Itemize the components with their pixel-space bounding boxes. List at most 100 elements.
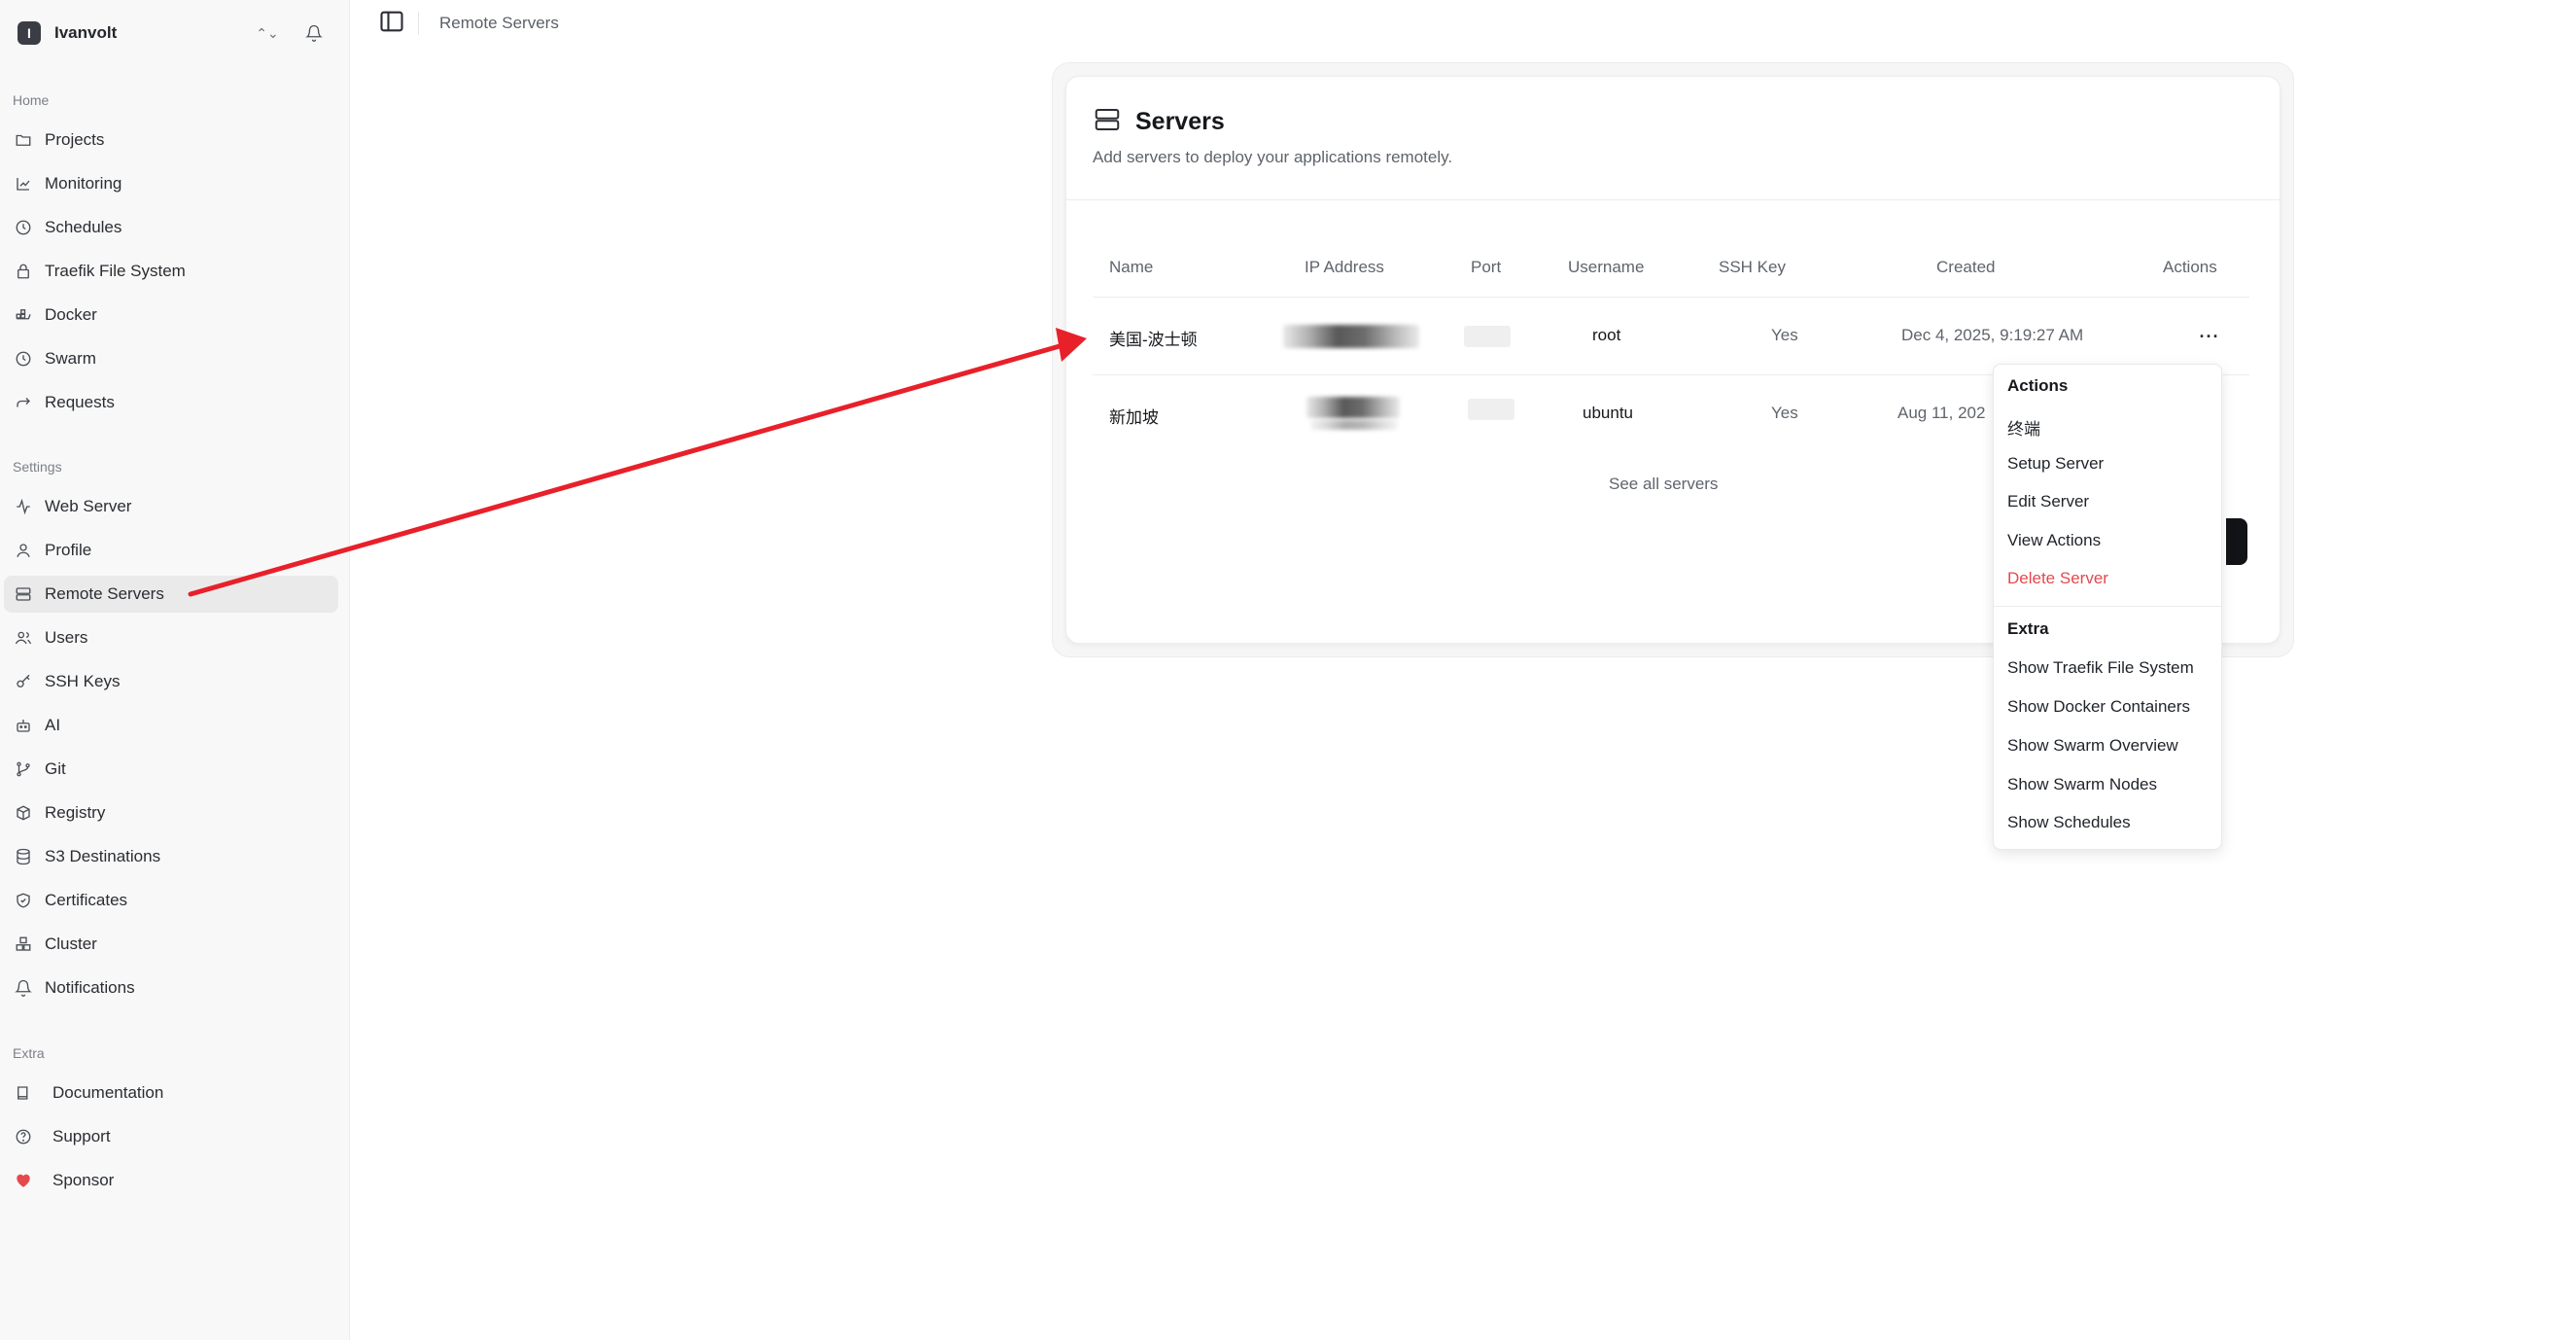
boxes-icon <box>14 934 33 954</box>
server-icon <box>14 584 33 604</box>
sidebar-item-schedules[interactable]: Schedules <box>4 209 338 246</box>
sidebar-item-web-server[interactable]: Web Server <box>4 488 338 525</box>
sidebar-item-monitoring[interactable]: Monitoring <box>4 165 338 202</box>
sidebar-item-certificates[interactable]: Certificates <box>4 882 338 919</box>
menu-item-edit-server[interactable]: Edit Server <box>2007 492 2089 511</box>
card-subtitle: Add servers to deploy your applications … <box>1093 148 1453 166</box>
menu-item-show-swarm-overview[interactable]: Show Swarm Overview <box>2007 736 2178 756</box>
sidebar-item-label: Sponsor <box>52 1171 115 1189</box>
sidebar-item-support[interactable]: Support <box>4 1118 338 1155</box>
sidebar-item-cluster[interactable]: Cluster <box>4 926 338 963</box>
menu-item-show-traefik-file-system[interactable]: Show Traefik File System <box>2007 658 2194 678</box>
sidebar-item-requests[interactable]: Requests <box>4 384 338 421</box>
workspace-logo: I <box>17 21 41 45</box>
menu-item-show-swarm-nodes[interactable]: Show Swarm Nodes <box>2007 775 2157 794</box>
sidebar-item-label: Support <box>52 1127 111 1146</box>
sidebar-item-label: Certificates <box>45 891 128 909</box>
breadcrumb[interactable]: Remote Servers <box>439 14 559 33</box>
user-icon <box>14 541 33 560</box>
shield-icon <box>14 891 33 910</box>
menu-item-show-schedules[interactable]: Show Schedules <box>2007 813 2131 832</box>
server-icon <box>1093 105 1122 139</box>
sidebar-item-s3-destinations[interactable]: S3 Destinations <box>4 838 338 875</box>
server-created: Dec 4, 2025, 9:19:27 AM <box>1901 326 2084 344</box>
bot-icon <box>14 716 33 735</box>
bell-icon <box>14 978 33 998</box>
column-header-ip-address: IP Address <box>1305 258 1384 276</box>
sidebar-item-sponsor[interactable]: Sponsor <box>4 1162 338 1199</box>
sidebar-item-traefik-file-system[interactable]: Traefik File System <box>4 253 338 290</box>
card-header: Servers <box>1093 105 1225 139</box>
git-branch-icon <box>14 759 33 779</box>
sidebar-item-notifications[interactable]: Notifications <box>4 970 338 1006</box>
menu-heading-extra: Extra <box>2007 619 2049 638</box>
sidebar-item-docker[interactable]: Docker <box>4 297 338 334</box>
workspace-name: Ivanvolt <box>54 23 118 42</box>
ip-address-redacted <box>1306 397 1400 418</box>
sidebar-item-profile[interactable]: Profile <box>4 532 338 569</box>
section-label-home: Home <box>13 92 50 108</box>
see-all-servers-link[interactable]: See all servers <box>1609 475 1718 494</box>
sidebar-item-remote-servers[interactable]: Remote Servers <box>4 576 338 613</box>
card-title: Servers <box>1135 108 1225 135</box>
menu-item-show-docker-containers[interactable]: Show Docker Containers <box>2007 697 2190 717</box>
sidebar-item-label: Monitoring <box>45 174 122 193</box>
sidebar-item-documentation[interactable]: Documentation <box>4 1075 338 1111</box>
sidebar-item-label: AI <box>45 716 61 734</box>
sidebar-item-swarm[interactable]: Swarm <box>4 340 338 377</box>
activity-icon <box>14 497 33 516</box>
sidebar-item-label: Documentation <box>52 1083 164 1102</box>
port-redacted <box>1468 399 1514 420</box>
menu-item-view-actions[interactable]: View Actions <box>2007 531 2101 550</box>
sidebar: I Ivanvolt ⌃⌄ Home Projects Monitoring S… <box>0 0 350 1340</box>
menu-heading-actions: Actions <box>2007 376 2069 395</box>
server-username: ubuntu <box>1583 404 1633 422</box>
section-label-extra: Extra <box>13 1045 45 1061</box>
sidebar-item-label: Users <box>45 628 88 647</box>
column-header-username: Username <box>1568 258 1645 276</box>
menu-item-delete-server[interactable]: Delete Server <box>2007 569 2108 588</box>
workspace-switcher[interactable]: I Ivanvolt ⌃⌄ <box>10 14 336 53</box>
sidebar-item-label: Requests <box>45 393 115 411</box>
app-root: I Ivanvolt ⌃⌄ Home Projects Monitoring S… <box>0 0 2576 1340</box>
key-icon <box>14 672 33 691</box>
sidebar-item-label: Remote Servers <box>45 584 164 603</box>
book-icon <box>14 1083 33 1103</box>
server-ssh-key: Yes <box>1771 404 1798 422</box>
sidebar-item-label: SSH Keys <box>45 672 121 690</box>
sidebar-item-ai[interactable]: AI <box>4 707 338 744</box>
forward-icon <box>14 393 33 412</box>
server-name: 新加坡 <box>1109 408 1159 427</box>
menu-item-terminal[interactable]: 终端 <box>2007 415 2040 440</box>
folder-icon <box>14 130 33 150</box>
column-header-name: Name <box>1109 258 1154 276</box>
menu-item-setup-server[interactable]: Setup Server <box>2007 454 2104 474</box>
sidebar-item-label: Projects <box>45 130 105 149</box>
server-name: 美国-波士顿 <box>1109 331 1198 349</box>
sidebar-item-projects[interactable]: Projects <box>4 122 338 159</box>
table-header-divider <box>1093 297 2249 298</box>
server-username: root <box>1592 326 1621 344</box>
swarm-icon <box>14 349 33 369</box>
card-divider <box>1066 199 2280 200</box>
file-lock-icon <box>14 262 33 281</box>
add-server-button[interactable] <box>2226 518 2247 565</box>
sidebar-item-git[interactable]: Git <box>4 751 338 788</box>
chevrons-up-down-icon[interactable]: ⌃⌄ <box>253 25 282 42</box>
sidebar-item-label: Profile <box>45 541 92 559</box>
sidebar-item-registry[interactable]: Registry <box>4 794 338 831</box>
ip-address-redacted-line <box>1310 420 1398 430</box>
sidebar-item-users[interactable]: Users <box>4 619 338 656</box>
notifications-bell-icon[interactable] <box>299 24 329 42</box>
column-header-created: Created <box>1936 258 1996 276</box>
sidebar-item-label: Cluster <box>45 934 97 953</box>
column-header-port: Port <box>1471 258 1502 276</box>
docker-icon <box>14 305 33 325</box>
row-actions-button[interactable]: ··· <box>2195 323 2224 350</box>
column-header-ssh-key: SSH Key <box>1719 258 1786 276</box>
sidebar-item-label: Swarm <box>45 349 96 368</box>
sidebar-item-ssh-keys[interactable]: SSH Keys <box>4 663 338 700</box>
help-circle-icon <box>14 1127 33 1146</box>
sidebar-item-label: Traefik File System <box>45 262 186 280</box>
toggle-sidebar-button[interactable] <box>377 9 406 38</box>
